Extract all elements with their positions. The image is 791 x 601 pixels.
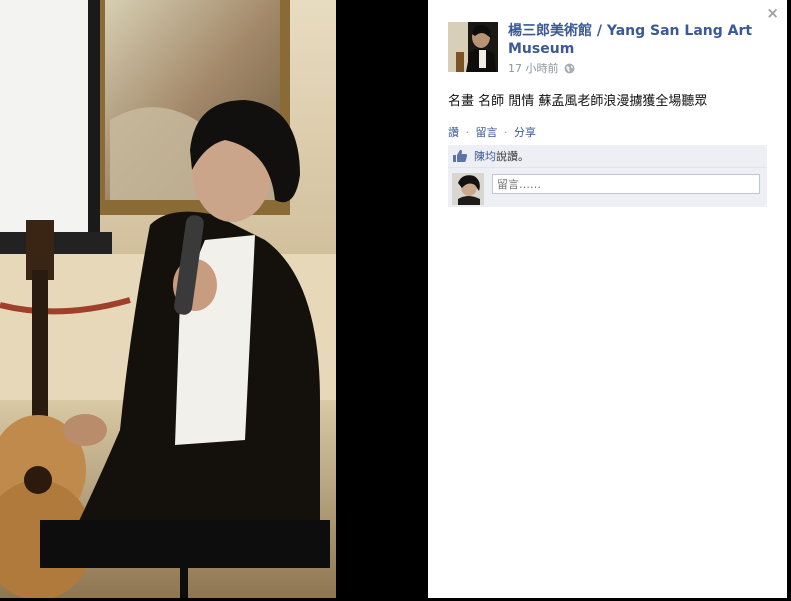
post-meta: 17 小時前	[508, 60, 575, 76]
photo-stage	[0, 0, 428, 598]
photo[interactable]	[0, 0, 336, 598]
comment-link[interactable]: 留言	[476, 126, 498, 139]
share-link[interactable]: 分享	[514, 126, 536, 139]
comment-composer	[448, 168, 767, 207]
post-timestamp[interactable]: 17 小時前	[508, 60, 559, 76]
feedback-box: 陳均 說讚。	[448, 145, 767, 207]
thumbs-up-icon	[452, 149, 468, 163]
comment-input[interactable]	[492, 174, 760, 194]
like-link[interactable]: 讚	[448, 126, 459, 139]
page-avatar[interactable]	[448, 22, 498, 72]
action-separator: ·	[465, 126, 470, 139]
liker-suffix: 說讚。	[496, 150, 529, 163]
photo-viewer: × 楊三郎美術館 / Yang San Lang Art Museum 17 小…	[0, 0, 791, 601]
photo-side-panel: × 楊三郎美術館 / Yang San Lang Art Museum 17 小…	[428, 0, 790, 598]
user-avatar[interactable]	[452, 173, 484, 205]
liker-name-link[interactable]: 陳均	[474, 148, 496, 164]
action-separator: ·	[504, 126, 508, 139]
close-icon[interactable]: ×	[766, 6, 779, 21]
page-name-link[interactable]: 楊三郎美術館 / Yang San Lang Art Museum	[508, 22, 761, 58]
post-actions: 讚 · 留言 · 分享	[448, 124, 536, 140]
likes-summary: 陳均 說讚。	[448, 145, 767, 168]
globe-icon[interactable]	[564, 63, 575, 74]
post-message: 名畫 名師 閒情 蘇孟風老師浪漫擄獲全場聽眾	[448, 94, 708, 109]
